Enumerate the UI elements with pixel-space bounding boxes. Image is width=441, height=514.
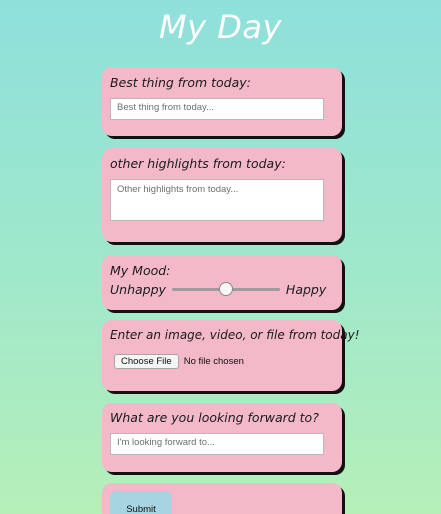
forward-input[interactable]: I'm looking forward to... [110, 433, 324, 455]
mood-label: My Mood: [110, 263, 171, 278]
highlights-textarea[interactable]: Other highlights from today... [110, 179, 324, 221]
submit-button[interactable]: Submit [110, 491, 172, 514]
forward-label: What are you looking forward to? [110, 410, 319, 425]
upload-card: Enter an image, video, or file from toda… [102, 320, 360, 391]
file-status: No file chosen [183, 356, 244, 367]
submit-card: Submit [102, 483, 342, 514]
page-title: My Day [159, 8, 282, 46]
choose-file-button[interactable]: Choose File [114, 354, 179, 369]
mood-min-label: Unhappy [110, 282, 166, 297]
mood-max-label: Happy [285, 282, 327, 297]
forward-card: What are you looking forward to? I'm loo… [102, 403, 342, 472]
best-thing-card: Best thing from today: Best thing from t… [102, 67, 342, 136]
highlights-label: other highlights from today: [110, 156, 286, 171]
upload-label: Enter an image, video, or file from toda… [110, 328, 360, 342]
highlights-card: other highlights from today: Other highl… [102, 148, 342, 242]
mood-slider[interactable] [171, 282, 280, 296]
best-thing-label: Best thing from today: [110, 75, 251, 90]
best-thing-input[interactable]: Best thing from today... [110, 98, 324, 120]
mood-card: My Mood: Unhappy Happy [102, 255, 342, 310]
file-input: Choose File No file chosen [110, 354, 334, 369]
mood-slider-row: Unhappy Happy [110, 282, 334, 297]
mood-slider-thumb[interactable] [218, 282, 233, 296]
